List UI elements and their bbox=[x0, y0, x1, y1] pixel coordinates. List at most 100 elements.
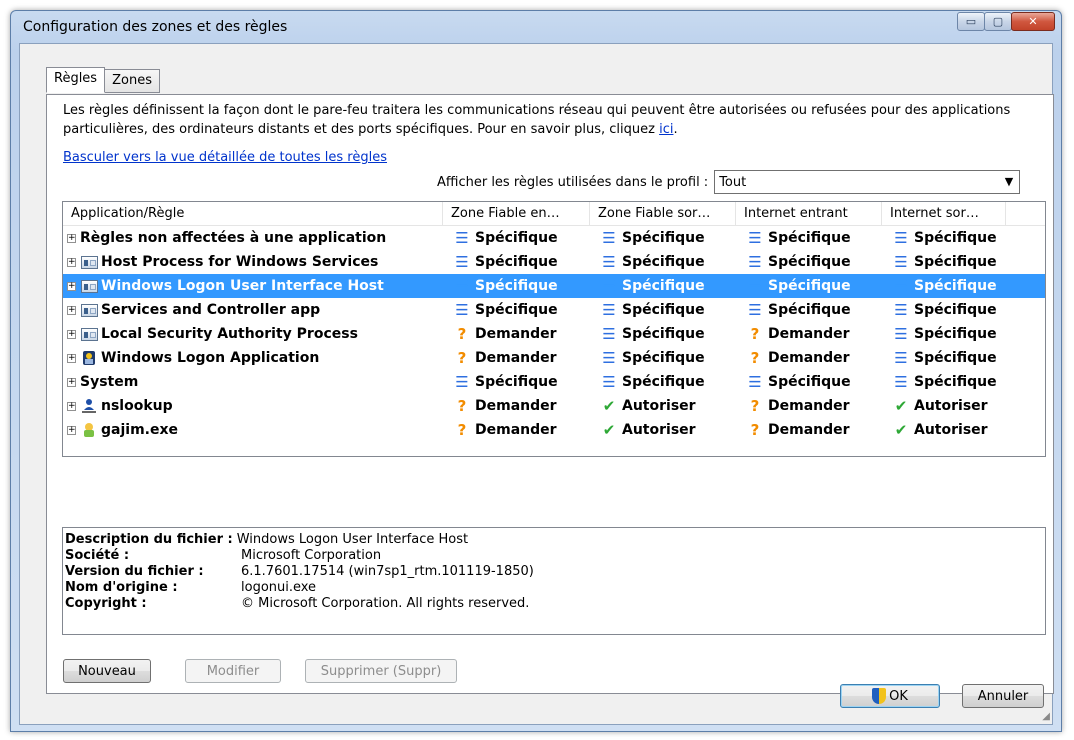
cell-value: Spécifique bbox=[622, 254, 705, 270]
cell-internet-in[interactable]: ☰ Spécifique bbox=[736, 250, 882, 274]
column-header-internet-out[interactable]: Internet sor… bbox=[882, 202, 1006, 225]
column-header-application[interactable]: Application/Règle bbox=[63, 202, 443, 225]
cell-trusted-in[interactable]: ? Demander bbox=[443, 394, 590, 418]
cell-trusted-out[interactable]: ☰ Spécifique bbox=[590, 250, 736, 274]
expand-icon[interactable]: + bbox=[67, 377, 76, 387]
cell-value: Spécifique bbox=[475, 278, 558, 294]
cell-trusted-out[interactable]: ☰ Spécifique bbox=[590, 226, 736, 250]
maximize-button[interactable]: ▢ bbox=[984, 12, 1012, 31]
cell-value: Spécifique bbox=[622, 302, 705, 318]
cell-trusted-in[interactable]: ☰ Spécifique bbox=[443, 226, 590, 250]
description-end: . bbox=[673, 122, 678, 137]
cell-internet-in[interactable]: ☰ Spécifique bbox=[736, 298, 882, 322]
cell-trusted-in[interactable]: ? Demander bbox=[443, 322, 590, 346]
expand-icon[interactable]: + bbox=[67, 353, 76, 363]
cell-value: Spécifique bbox=[622, 326, 705, 342]
cell-trusted-out[interactable]: ☰ Spécifique bbox=[590, 274, 736, 298]
cell-trusted-out[interactable]: ☰ Spécifique bbox=[590, 370, 736, 394]
cell-trusted-out[interactable]: ☰ Spécifique bbox=[590, 298, 736, 322]
table-row[interactable]: + nslookup? Demander ✔ Autoriser? Demander ✔ Au… bbox=[63, 394, 1045, 418]
table-row[interactable]: + Local Security Authority Process? Demand… bbox=[63, 322, 1045, 346]
tab-regles[interactable]: Règles bbox=[46, 67, 106, 93]
detailed-view-link[interactable]: Basculer vers la vue détaillée de toutes… bbox=[63, 150, 387, 165]
cell-application: + Host Process for Windows Services bbox=[63, 250, 443, 274]
cell-value: Spécifique bbox=[475, 302, 558, 318]
cell-trusted-out[interactable]: ✔ Autoriser bbox=[590, 394, 736, 418]
cell-internet-in[interactable]: ? Demander bbox=[736, 322, 882, 346]
column-header-trusted-in[interactable]: Zone Fiable en… bbox=[443, 202, 590, 225]
cell-trusted-in[interactable]: ☰ Spécifique bbox=[443, 370, 590, 394]
cell-value: Spécifique bbox=[768, 254, 851, 270]
expand-icon[interactable]: + bbox=[67, 257, 76, 267]
edit-button[interactable]: Modifier bbox=[185, 659, 281, 683]
table-row[interactable]: + gajim.exe? Demander ✔ Autoriser? Demander ✔ A… bbox=[63, 418, 1045, 442]
cell-internet-out[interactable]: ✔ Autoriser bbox=[882, 394, 1006, 418]
profile-label: Afficher les règles utilisées dans le pr… bbox=[437, 174, 709, 190]
cell-internet-in[interactable]: ? Demander bbox=[736, 418, 882, 442]
table-row[interactable]: + Règles non affectées à une application ☰… bbox=[63, 226, 1045, 250]
question-icon: ? bbox=[750, 349, 760, 367]
expand-icon[interactable]: + bbox=[67, 233, 76, 243]
column-header-internet-in[interactable]: Internet entrant bbox=[736, 202, 882, 225]
cell-trusted-out[interactable]: ☰ Spécifique bbox=[590, 346, 736, 370]
cell-trusted-in[interactable]: ? Demander bbox=[443, 418, 590, 442]
dropdown-arrow-icon: ▼ bbox=[1004, 175, 1014, 188]
cell-trusted-in[interactable]: ☰ Spécifique bbox=[443, 250, 590, 274]
expand-icon[interactable]: + bbox=[67, 425, 76, 435]
table-row[interactable]: + Host Process for Windows Services ☰ Spéci… bbox=[63, 250, 1045, 274]
cell-trusted-in[interactable]: ☰ Spécifique bbox=[443, 274, 590, 298]
help-link[interactable]: ici bbox=[659, 122, 673, 137]
expand-icon[interactable]: + bbox=[67, 281, 76, 291]
rule-name: Windows Logon Application bbox=[101, 350, 320, 366]
table-row[interactable]: + Services and Controller app ☰ Spécifique ☰… bbox=[63, 298, 1045, 322]
checkmark-icon: ✔ bbox=[894, 421, 908, 439]
expand-icon[interactable]: + bbox=[67, 329, 76, 339]
table-row[interactable]: + Windows Logon User Interface Host ☰ Spéci… bbox=[63, 274, 1045, 298]
rule-name: Host Process for Windows Services bbox=[101, 254, 379, 270]
cell-value: Spécifique bbox=[914, 254, 997, 270]
cell-internet-in[interactable]: ☰ Spécifique bbox=[736, 274, 882, 298]
cell-internet-out[interactable]: ☰ Spécifique bbox=[882, 250, 1006, 274]
cell-internet-in[interactable]: ? Demander bbox=[736, 394, 882, 418]
cell-internet-out[interactable]: ☰ Spécifique bbox=[882, 370, 1006, 394]
cell-internet-in[interactable]: ☰ Spécifique bbox=[736, 226, 882, 250]
table-row[interactable]: + Windows Logon Application? Demander ☰ Spéc… bbox=[63, 346, 1045, 370]
ok-button[interactable]: OK bbox=[840, 684, 940, 708]
cell-internet-in[interactable]: ? Demander bbox=[736, 346, 882, 370]
cell-internet-out[interactable]: ☰ Spécifique bbox=[882, 298, 1006, 322]
new-button[interactable]: Nouveau bbox=[63, 659, 151, 683]
cell-value: Spécifique bbox=[914, 278, 997, 294]
cell-trusted-out[interactable]: ✔ Autoriser bbox=[590, 418, 736, 442]
detail-value: Microsoft Corporation bbox=[241, 548, 382, 563]
cell-internet-out[interactable]: ✔ Autoriser bbox=[882, 418, 1006, 442]
expand-icon[interactable]: + bbox=[67, 305, 76, 315]
tab-zones[interactable]: Zones bbox=[104, 69, 160, 93]
title-bar[interactable]: Configuration des zones et des règles ▭ … bbox=[11, 11, 1061, 43]
detail-value: Windows Logon User Interface Host bbox=[236, 532, 469, 547]
cell-internet-out[interactable]: ☰ Spécifique bbox=[882, 322, 1006, 346]
table-row[interactable]: + System ☰ Spécifique ☰ Spécifique ☰ Spécifique… bbox=[63, 370, 1045, 394]
expand-icon[interactable]: + bbox=[67, 401, 76, 411]
cell-internet-in[interactable]: ☰ Spécifique bbox=[736, 370, 882, 394]
delete-button[interactable]: Supprimer (Suppr) bbox=[305, 659, 457, 683]
detail-value: © Microsoft Corporation. All rights rese… bbox=[241, 596, 530, 611]
close-button[interactable]: ✕ bbox=[1011, 12, 1055, 31]
column-header-trusted-out[interactable]: Zone Fiable sor… bbox=[590, 202, 736, 225]
window-app-icon bbox=[80, 278, 98, 294]
cell-internet-out[interactable]: ☰ Spécifique bbox=[882, 346, 1006, 370]
minimize-button[interactable]: ▭ bbox=[957, 12, 985, 31]
cell-trusted-in[interactable]: ? Demander bbox=[443, 346, 590, 370]
profile-select[interactable]: Tout ▼ bbox=[714, 170, 1021, 194]
cell-value: Spécifique bbox=[768, 230, 851, 246]
ok-label: OK bbox=[889, 688, 908, 704]
resize-grip-icon[interactable]: ◢ bbox=[1042, 711, 1050, 722]
cell-internet-out[interactable]: ☰ Spécifique bbox=[882, 274, 1006, 298]
cell-trusted-in[interactable]: ☰ Spécifique bbox=[443, 298, 590, 322]
cell-trusted-out[interactable]: ☰ Spécifique bbox=[590, 322, 736, 346]
specific-icon: ☰ bbox=[602, 325, 616, 343]
rules-grid[interactable]: Application/Règle Zone Fiable en… Zone F… bbox=[62, 201, 1046, 457]
rules-panel: Les règles définissent la façon dont le … bbox=[46, 94, 1054, 694]
cell-internet-out[interactable]: ☰ Spécifique bbox=[882, 226, 1006, 250]
specific-icon: ☰ bbox=[748, 301, 762, 319]
cancel-button[interactable]: Annuler bbox=[962, 684, 1044, 708]
